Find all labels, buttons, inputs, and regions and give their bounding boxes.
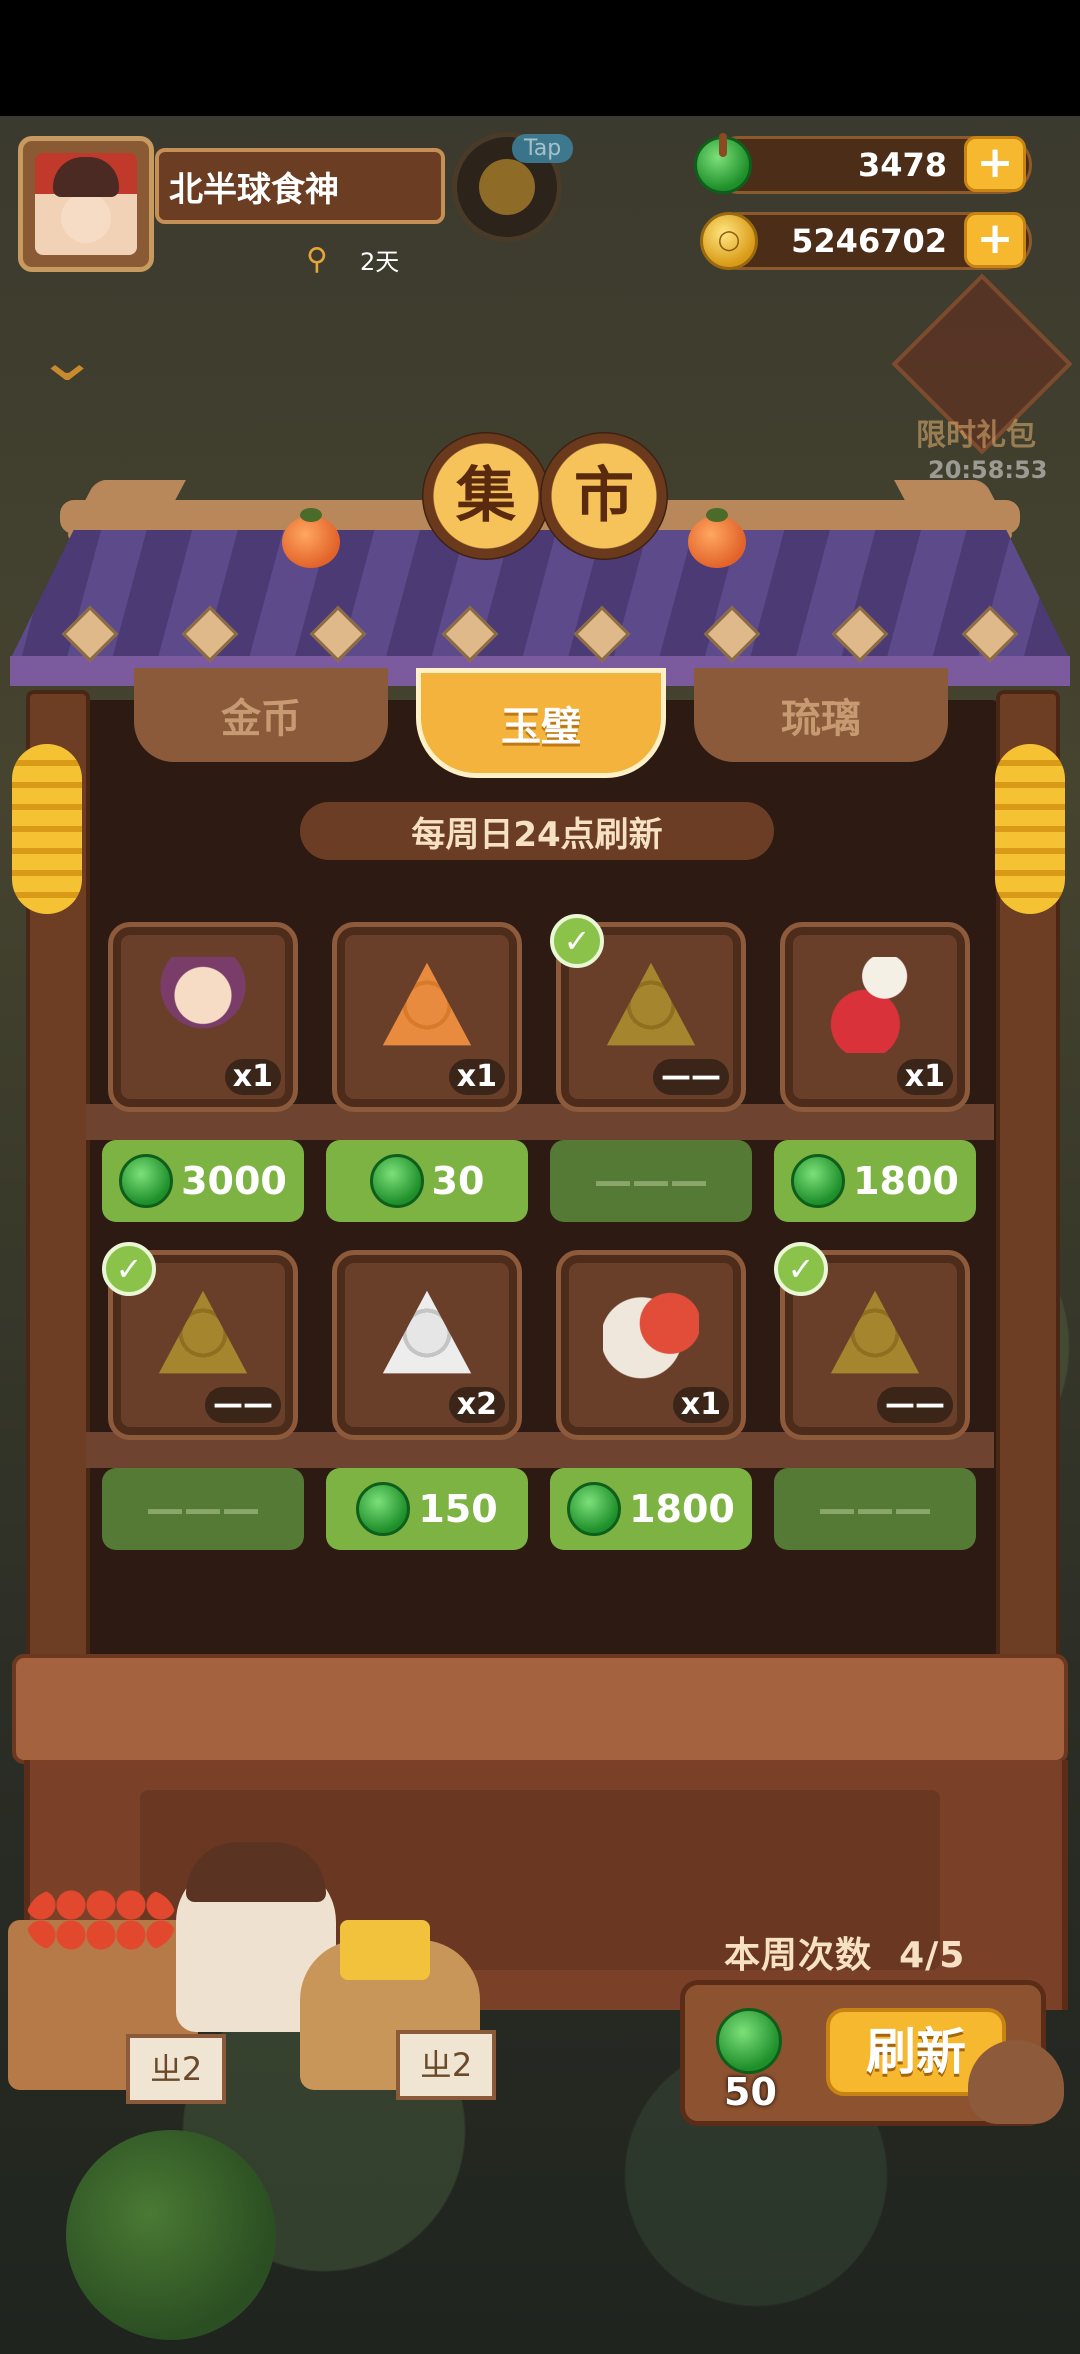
market-title-char-2: 市 bbox=[540, 432, 668, 560]
weekly-refresh-value: 4/5 bbox=[899, 1935, 966, 1976]
price-value: 30 bbox=[431, 1159, 485, 1203]
jade-icon bbox=[694, 133, 752, 194]
item-quantity: x1 bbox=[672, 1387, 729, 1423]
price-value: ——— bbox=[594, 1159, 708, 1203]
purchased-check-icon: ✓ bbox=[550, 914, 604, 968]
shop-item-slot[interactable]: x1 bbox=[780, 922, 970, 1112]
add-jade-button[interactable]: + bbox=[964, 136, 1026, 192]
price-value: 1800 bbox=[853, 1159, 959, 1203]
weekly-refresh-count: 本周次数 4/5 bbox=[724, 1926, 965, 1978]
player-name: 北半球食神 bbox=[155, 148, 445, 224]
price-value: 3000 bbox=[181, 1159, 287, 1203]
sold-out-price: ——— bbox=[774, 1468, 976, 1550]
add-coins-button[interactable]: + bbox=[964, 212, 1026, 268]
jade-icon bbox=[716, 2008, 782, 2074]
tab-glass[interactable]: 琉璃 bbox=[694, 668, 948, 762]
olive-rice-ball-icon bbox=[606, 962, 696, 1046]
item-quantity: x2 bbox=[448, 1387, 505, 1423]
item-quantity: —— bbox=[653, 1059, 729, 1095]
item-quantity: —— bbox=[877, 1387, 953, 1423]
jade-icon bbox=[791, 1154, 846, 1208]
jade-icon bbox=[119, 1154, 174, 1208]
chevron-down-icon[interactable]: ⌄ bbox=[34, 330, 99, 390]
login-days-label: 2天 bbox=[360, 248, 400, 276]
melon-icon bbox=[66, 2130, 276, 2340]
character-icon bbox=[155, 957, 251, 1053]
price-value: ——— bbox=[146, 1487, 260, 1531]
weekly-refresh-note: 每周日24点刷新 bbox=[300, 802, 774, 860]
avatar-portrait bbox=[35, 153, 137, 255]
player-avatar[interactable] bbox=[18, 136, 154, 272]
price-button[interactable]: 150 bbox=[326, 1468, 528, 1550]
purchased-check-icon: ✓ bbox=[102, 1242, 156, 1296]
porcelain-jar-icon bbox=[603, 1285, 699, 1381]
shop-item-slot[interactable]: x2 bbox=[332, 1250, 522, 1440]
tap-label: Tap bbox=[512, 134, 574, 163]
price-button[interactable]: 30 bbox=[326, 1140, 528, 1222]
persimmon-icon bbox=[282, 508, 340, 568]
orange-rice-ball-icon bbox=[382, 962, 472, 1046]
market-roof bbox=[10, 530, 1070, 660]
olive-rice-ball-icon bbox=[830, 1290, 920, 1374]
price-button[interactable]: 3000 bbox=[102, 1140, 304, 1222]
bird-flower-icon bbox=[827, 957, 923, 1053]
counter-top bbox=[12, 1654, 1068, 1764]
login-days: ⚲ 2天 bbox=[306, 242, 399, 277]
chick-icon bbox=[479, 159, 535, 215]
limited-gift-label: 限时礼包 bbox=[916, 418, 1036, 453]
price-value: 150 bbox=[418, 1487, 498, 1531]
weekly-refresh-label: 本周次数 bbox=[724, 1935, 873, 1976]
sold-out-price: ——— bbox=[102, 1468, 304, 1550]
white-rice-ball-icon bbox=[382, 1290, 472, 1374]
jade-icon bbox=[369, 1154, 424, 1208]
sold-out-price: ——— bbox=[550, 1140, 752, 1222]
coin-icon: ○ bbox=[700, 212, 758, 270]
item-quantity: x1 bbox=[896, 1059, 953, 1095]
purchased-check-icon: ✓ bbox=[774, 1242, 828, 1296]
price-value: 1800 bbox=[629, 1487, 735, 1531]
price-tag: ㄓ2 bbox=[126, 2034, 226, 2104]
tab-gold-coins[interactable]: 金币 bbox=[134, 668, 388, 762]
market-title-char-1: 集 bbox=[422, 432, 550, 560]
scroll-icon: ⚲ bbox=[306, 241, 328, 277]
price-tag: ㄓ2 bbox=[396, 2030, 496, 2100]
jade-icon bbox=[356, 1482, 411, 1536]
item-quantity: x1 bbox=[224, 1059, 281, 1095]
jade-icon bbox=[567, 1482, 622, 1536]
price-value: ——— bbox=[818, 1487, 932, 1531]
corn-icon bbox=[12, 744, 82, 914]
persimmon-icon bbox=[688, 508, 746, 568]
item-quantity: —— bbox=[205, 1387, 281, 1423]
corn-icon bbox=[995, 744, 1065, 914]
refresh-cost: 50 bbox=[724, 2070, 777, 2114]
item-quantity: x1 bbox=[448, 1059, 505, 1095]
tab-jade[interactable]: 玉璧 bbox=[416, 668, 666, 778]
shop-item-slot[interactable]: x1 bbox=[108, 922, 298, 1112]
shop-item-slot[interactable]: x1 bbox=[332, 922, 522, 1112]
price-button[interactable]: 1800 bbox=[550, 1468, 752, 1550]
olive-rice-ball-icon bbox=[158, 1290, 248, 1374]
shop-item-slot[interactable]: x1 bbox=[556, 1250, 746, 1440]
price-button[interactable]: 1800 bbox=[774, 1140, 976, 1222]
